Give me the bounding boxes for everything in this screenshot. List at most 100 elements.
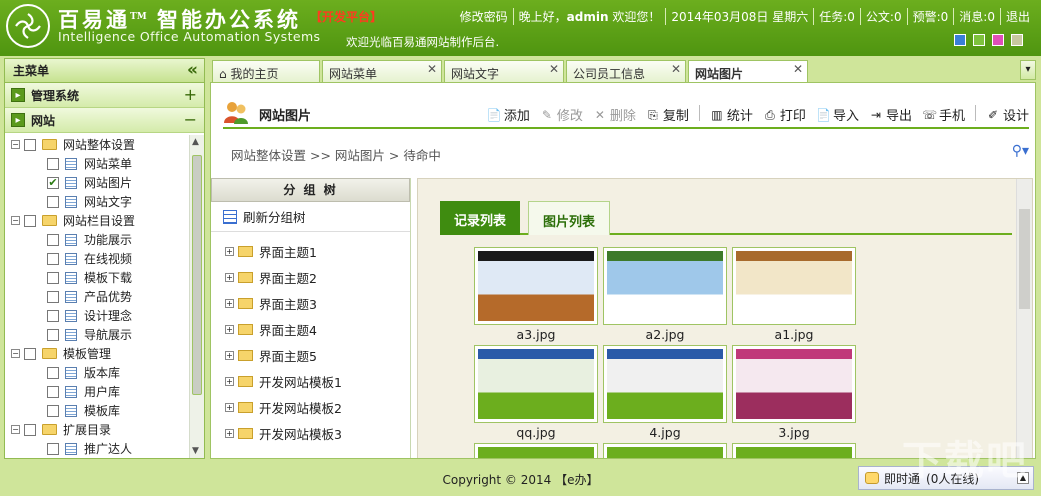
collapse-icon[interactable]: − [184,110,197,129]
theme-color-swatch[interactable] [954,34,966,46]
tab-page[interactable]: 网站菜单 ✕ [322,60,442,82]
theme-color-swatch[interactable] [1011,34,1023,46]
scroll-up-icon[interactable]: ▲ [192,137,199,147]
messages-link[interactable]: 消息:0 [953,8,1000,25]
search-icon[interactable]: ⚲▾ [1012,143,1029,159]
tree-item[interactable]: 功能展示 [5,230,190,249]
tree-item[interactable]: 推广达人 [5,439,190,458]
checkbox[interactable] [47,328,59,341]
checkbox[interactable] [47,366,59,379]
tasks-link[interactable]: 任务:0 [813,8,860,25]
print-button[interactable]: ⎙ 打印 [763,105,806,125]
design-button[interactable]: ✐ 设计 [986,105,1029,125]
tab-record-list[interactable]: 记录列表 [440,201,521,235]
group-tree-node[interactable]: + 界面主题5 [211,342,410,368]
logout-link[interactable]: 退出 [999,8,1035,25]
expand-icon[interactable]: + [225,246,234,256]
checkbox[interactable] [47,271,59,284]
image-thumbnail[interactable] [732,345,856,423]
tree-item[interactable]: ✔ 网站图片 [5,173,190,192]
phone-button[interactable]: ☏ 手机 [922,105,965,125]
checkbox[interactable] [47,252,59,265]
edit-button[interactable]: ✎ 修改 [540,105,583,125]
change-password-link[interactable]: 修改密码 [455,8,513,25]
tab-home[interactable]: ⌂ 我的主页 [212,60,320,82]
chart-button[interactable]: ▥ 统计 [710,105,753,125]
tree-item[interactable]: 版本库 [5,363,190,382]
content-scrollbar[interactable] [1016,179,1032,458]
scrollbar-thumb[interactable] [192,155,202,395]
expand-icon[interactable]: + [225,324,234,334]
collapse-icon[interactable]: − [11,425,20,434]
tree-item[interactable]: − 网站栏目设置 [5,211,190,230]
group-tree-node[interactable]: + 开发网站模板1 [211,368,410,394]
close-icon[interactable]: ✕ [793,62,803,76]
sidebar-scrollbar[interactable]: ▲ ▼ [189,135,204,458]
collapse-icon[interactable]: − [11,140,20,149]
tree-item[interactable]: 网站菜单 [5,154,190,173]
checkbox[interactable] [24,347,36,360]
tab-page[interactable]: 网站文字 ✕ [444,60,564,82]
group-tree-node[interactable]: + 开发网站模板2 [211,394,410,420]
sidebar-group-management[interactable]: ▸ 管理系统 + [5,83,204,108]
tree-item[interactable]: 用户库 [5,382,190,401]
collapse-sidebar-icon[interactable]: « [187,60,198,80]
tree-item[interactable]: 产品优势 [5,287,190,306]
expand-icon[interactable]: + [225,298,234,308]
checkbox[interactable] [47,404,59,417]
image-thumbnail[interactable] [474,247,598,325]
image-thumbnail[interactable] [732,247,856,325]
tree-item[interactable]: 模板库 [5,401,190,420]
tree-item[interactable]: − 网站整体设置 [5,135,190,154]
alerts-link[interactable]: 预警:0 [906,8,954,25]
image-thumbnail[interactable] [474,345,598,423]
checkbox[interactable] [47,385,59,398]
refresh-tree-button[interactable]: 刷新分组树 [211,202,410,232]
close-icon[interactable]: ✕ [427,62,437,76]
tab-page[interactable]: 公司员工信息 ✕ [566,60,686,82]
checkbox[interactable] [47,442,59,455]
checkbox[interactable] [47,309,59,322]
sidebar-group-website[interactable]: ▸ 网站 − [5,108,204,133]
expand-icon[interactable]: + [225,272,234,282]
tree-item[interactable]: 模板下载 [5,268,190,287]
tree-item[interactable]: 设计理念 [5,306,190,325]
scroll-down-icon[interactable]: ▼ [192,446,199,456]
image-thumbnail[interactable] [732,443,856,458]
theme-color-swatch[interactable] [992,34,1004,46]
tree-item[interactable]: 在线视频 [5,249,190,268]
tree-item[interactable]: − 扩展目录 [5,420,190,439]
instant-messenger-button[interactable]: 即时通 (0人在线) ▲ [858,466,1034,490]
import-button[interactable]: 📄 导入 [816,105,859,125]
close-icon[interactable]: ✕ [671,62,681,76]
tab-list-icon[interactable]: ▾ [1020,60,1036,80]
image-thumbnail[interactable] [603,345,727,423]
copy-button[interactable]: ⎘ 复制 [646,105,689,125]
group-tree-node[interactable]: + 开发网站模板3 [211,420,410,446]
documents-link[interactable]: 公文:0 [859,8,907,25]
group-tree-node[interactable]: + 界面主题2 [211,264,410,290]
add-button[interactable]: 📄 添加 [487,105,530,125]
expand-icon[interactable]: + [225,376,234,386]
checkbox[interactable] [24,138,36,151]
tree-item[interactable]: − 模板管理 [5,344,190,363]
checkbox[interactable] [24,423,36,436]
expand-icon[interactable]: ▲ [1017,472,1029,484]
export-button[interactable]: ⇥ 导出 [869,105,912,125]
expand-icon[interactable]: + [225,402,234,412]
expand-icon[interactable]: + [225,350,234,360]
tree-item[interactable]: 导航展示 [5,325,190,344]
tree-item[interactable]: 网站文字 [5,192,190,211]
checkbox[interactable] [47,195,59,208]
checkbox[interactable] [47,233,59,246]
expand-icon[interactable]: + [184,85,197,104]
image-thumbnail[interactable] [603,443,727,458]
expand-icon[interactable]: + [225,428,234,438]
image-thumbnail[interactable] [474,443,598,458]
collapse-icon[interactable]: − [11,216,20,225]
tab-page[interactable]: 网站图片 ✕ [688,60,808,82]
group-tree-node[interactable]: + 界面主题3 [211,290,410,316]
collapse-icon[interactable]: − [11,349,20,358]
tab-image-list[interactable]: 图片列表 [528,201,611,235]
image-thumbnail[interactable] [603,247,727,325]
